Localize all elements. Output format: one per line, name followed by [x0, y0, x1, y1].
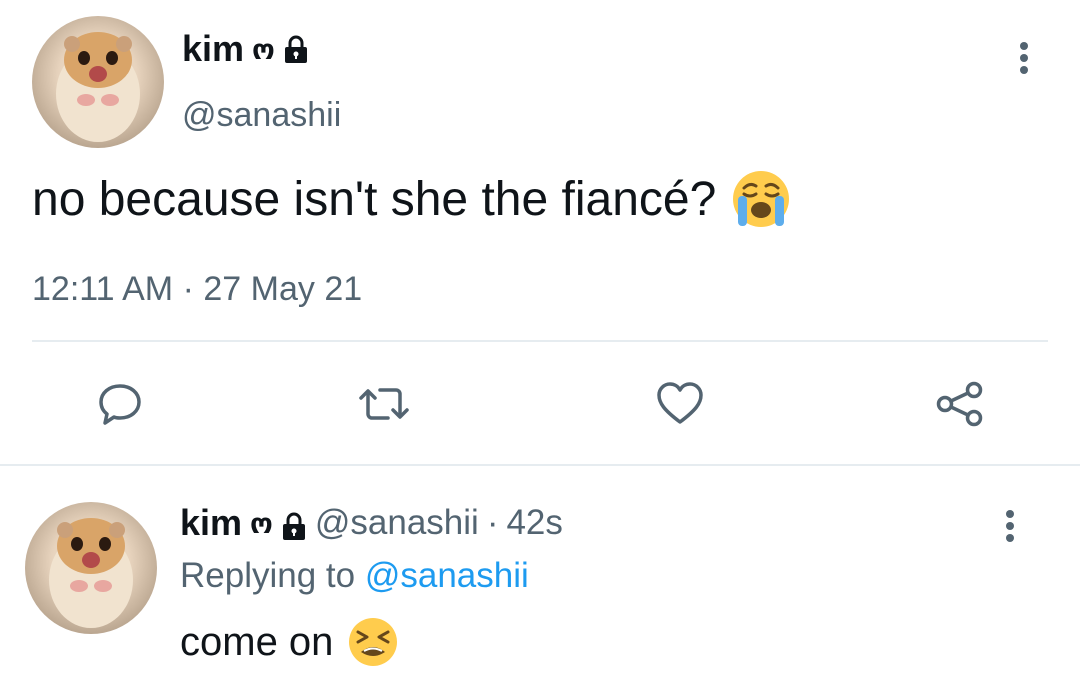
more-vertical-icon[interactable] [1003, 510, 1017, 546]
divider [32, 340, 1048, 342]
loudly-crying-face-emoji [730, 168, 792, 230]
retweet-icon [359, 388, 409, 420]
lock-icon [281, 508, 307, 540]
author-name-row[interactable]: kim ო [182, 28, 309, 70]
timestamp-separator: · [182, 270, 194, 308]
reply-author-avatar[interactable] [25, 502, 157, 634]
tweet-date: 27 May 21 [203, 270, 363, 308]
reply-age[interactable]: 42s [506, 503, 562, 543]
replying-to-label: Replying to [180, 556, 356, 595]
hamster-avatar-icon [56, 32, 140, 142]
author-avatar[interactable] [32, 16, 164, 148]
hamster-avatar-icon [49, 518, 133, 628]
comment-icon [99, 384, 141, 425]
share-icon [936, 381, 983, 427]
reply-text-content: come on [180, 619, 334, 664]
reply-header: kim ო @sanashii · 42s [180, 502, 563, 544]
author-display-name[interactable]: kim [182, 28, 244, 70]
tired-face-emoji [347, 616, 399, 668]
reply-button[interactable] [92, 376, 148, 432]
reply-name-symbol: ო [250, 507, 273, 539]
reply-author-display-name[interactable]: kim [180, 502, 242, 544]
heart-icon [657, 382, 703, 424]
author-handle[interactable]: @sanashii [182, 96, 341, 135]
tweet-time: 12:11 AM [32, 270, 174, 308]
share-button[interactable] [932, 376, 988, 432]
retweet-button[interactable] [356, 376, 412, 432]
name-symbol: ო [252, 33, 275, 65]
tweet-timestamp[interactable]: 12:11 AM · 27 May 21 [32, 270, 362, 309]
replying-to-mention[interactable]: @sanashii [365, 556, 529, 595]
reply-text: come on [180, 616, 399, 668]
tweet-separator [0, 464, 1080, 466]
tweet-actions [0, 376, 1080, 432]
main-tweet: kim ო @sanashii no because isn't she the… [0, 0, 1080, 466]
tweet-text: no because isn't she the fiancé? [32, 168, 792, 230]
tweet-text-content: no because isn't she the fiancé? [32, 172, 717, 226]
more-vertical-icon[interactable] [1017, 42, 1031, 78]
reply-author-handle[interactable]: @sanashii [315, 503, 479, 543]
lock-icon [283, 34, 309, 64]
replying-to: Replying to @sanashii [180, 556, 529, 596]
reply-separator: · [486, 503, 499, 542]
like-button[interactable] [652, 376, 708, 432]
